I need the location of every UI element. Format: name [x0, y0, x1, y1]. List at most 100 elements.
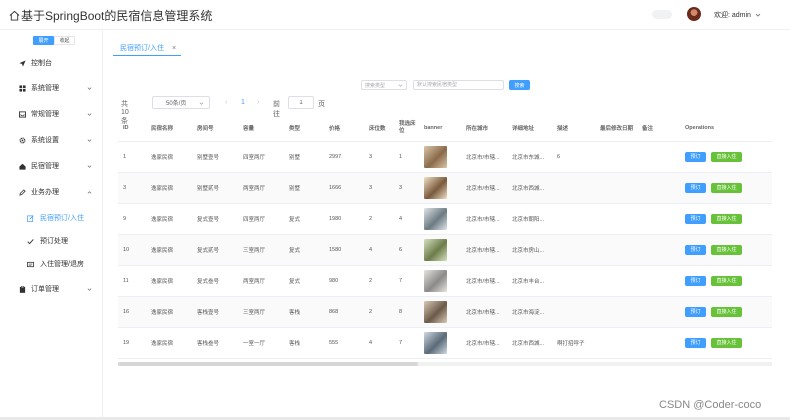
table-row: 3 逸家民宿 别墅贰号 两室两厅 别墅 1666 3 3 北京市/市辖... 北京市西城... 预订… [118, 172, 772, 204]
book-button[interactable]: 预订 [685, 244, 706, 255]
sidebar-item-label: 入住管理/退房 [40, 261, 84, 268]
goto-unit: 页 [318, 101, 325, 108]
cell-cap: 三室两厅 [238, 296, 284, 328]
cell-id: 9 [118, 203, 146, 235]
row-actions: 预订 直接入住 [685, 275, 772, 286]
cell-beds: 4 [364, 234, 394, 266]
cell-type: 复式 [284, 265, 324, 297]
sidebar-item-settings[interactable]: 系统设置 [0, 131, 103, 149]
checkin-button[interactable]: 直接入住 [711, 213, 742, 224]
pen-icon [19, 188, 26, 196]
sidebar-item-console[interactable]: 控制台 [0, 54, 103, 72]
clipboard-icon [19, 285, 26, 293]
cell-type: 复式 [284, 234, 324, 266]
app-title: 基于SpringBoot的民宿信息管理系统 [21, 9, 213, 23]
table-row: 10 逸家民宿 复式贰号 三室两厅 复式 1580 4 6 北京市/市辖... 北京市房山... 预… [118, 234, 772, 266]
col-header: 类型 [284, 116, 324, 142]
cell-id: 3 [118, 172, 146, 204]
page-size-select[interactable]: 50条/页 [152, 96, 210, 109]
sidebar-item-label: 控制台 [31, 60, 52, 67]
cell-desc [552, 203, 595, 235]
sidebar-item-system[interactable]: 系统管理 [0, 79, 103, 97]
book-button[interactable]: 预订 [685, 275, 706, 286]
cell-banner [419, 234, 461, 266]
table-row: 1 逸家民宿 别墅壹号 四室两厅 别墅 2997 3 1 北京市/市辖... 北京市东城... 6 预… [118, 141, 772, 173]
cell-desc: 6 [552, 141, 595, 173]
close-icon[interactable]: × [172, 45, 176, 52]
checkin-button[interactable]: 直接入住 [711, 306, 742, 317]
user-menu[interactable]: 欢迎: admin [714, 10, 761, 20]
goto-page-input[interactable] [288, 96, 314, 109]
banner-image[interactable] [424, 176, 447, 199]
book-button[interactable]: 预订 [685, 182, 706, 193]
home-outline-icon [9, 10, 20, 21]
col-header: 所在城市 [461, 116, 507, 142]
tab-booking[interactable]: 民宿预订/入住 × [120, 43, 176, 53]
search-input[interactable] [413, 80, 504, 90]
col-header: 我选床位 [394, 116, 419, 142]
cell-cap: 两室两厅 [238, 265, 284, 297]
cell-cap: 两室两厅 [238, 172, 284, 204]
card-icon [27, 261, 34, 267]
cell-desc [552, 265, 595, 297]
avatar[interactable] [687, 7, 701, 21]
horizontal-scrollbar[interactable] [118, 362, 772, 366]
sidebar-item-business[interactable]: 业务办理 [0, 183, 103, 201]
current-page[interactable]: 1 [241, 99, 245, 106]
cell-id: 16 [118, 296, 146, 328]
sidebar-item-homestay[interactable]: 民宿管理 [0, 157, 103, 175]
checkin-button[interactable]: 直接入住 [711, 337, 742, 348]
checkin-button[interactable]: 直接入住 [711, 275, 742, 286]
theme-toggle[interactable] [652, 10, 672, 19]
banner-image[interactable] [424, 238, 447, 261]
sidebar-subitem-reservation[interactable]: 预订处理 [0, 233, 103, 249]
book-button[interactable]: 预订 [685, 306, 706, 317]
search-type-select[interactable]: 搜索类型 [361, 80, 407, 90]
row-actions: 预订 直接入住 [685, 213, 772, 224]
cell-beds: 2 [364, 265, 394, 297]
search-button[interactable]: 搜索 [509, 80, 530, 90]
cell-operations: 预订 直接入住 [680, 327, 772, 359]
sidebar-subitem-checkin[interactable]: 入住管理/退房 [0, 256, 103, 272]
banner-image[interactable] [424, 145, 447, 168]
tab-label: 民宿预订/入住 [120, 45, 164, 52]
checkin-button[interactable]: 直接入住 [711, 182, 742, 193]
sidebar-item-orders[interactable]: 订单管理 [0, 280, 103, 298]
send-icon [19, 59, 26, 67]
row-actions: 预订 直接入住 [685, 182, 772, 193]
collapse-button[interactable]: 收起 [54, 36, 75, 45]
banner-image[interactable] [424, 331, 447, 354]
cell-addr: 北京市丰台... [507, 265, 552, 297]
cell-date [595, 234, 637, 266]
banner-image[interactable] [424, 207, 447, 230]
next-page-button[interactable]: › [257, 99, 259, 106]
page-size-value: 50条/页 [166, 101, 187, 107]
cell-room: 别墅壹号 [192, 141, 238, 173]
expand-button[interactable]: 展开 [33, 36, 54, 45]
cell-name: 逸家民宿 [146, 203, 192, 235]
chevron-down-icon [199, 102, 204, 105]
cell-addr: 北京市朝阳... [507, 203, 552, 235]
sidebar-subitem-booking[interactable]: 民宿预订/入住 [0, 210, 103, 226]
chevron-down-icon [87, 287, 92, 291]
cell-price: 1580 [324, 234, 364, 266]
cell-sel: 8 [394, 296, 419, 328]
book-button[interactable]: 预订 [685, 337, 706, 348]
checkin-button[interactable]: 直接入住 [711, 244, 742, 255]
cell-addr: 北京市西城... [507, 172, 552, 204]
banner-image[interactable] [424, 269, 447, 292]
checkin-button[interactable]: 直接入住 [711, 151, 742, 162]
scrollbar-thumb[interactable] [118, 362, 418, 366]
cell-price: 2997 [324, 141, 364, 173]
welcome-text: 欢迎: admin [714, 12, 751, 19]
sidebar-item-general[interactable]: 常规管理 [0, 105, 103, 123]
book-button[interactable]: 预订 [685, 213, 706, 224]
prev-page-button[interactable]: ‹ [225, 99, 227, 106]
banner-image[interactable] [424, 300, 447, 323]
cell-type: 别墅 [284, 172, 324, 204]
sidebar: 展开 收起 控制台 系统管理 常规管理 系统设置 民宿管理 业务办理 民宿预订/… [0, 30, 103, 420]
book-button[interactable]: 预订 [685, 151, 706, 162]
chevron-down-icon [755, 13, 761, 17]
cell-date [595, 172, 637, 204]
cell-note [637, 327, 680, 359]
